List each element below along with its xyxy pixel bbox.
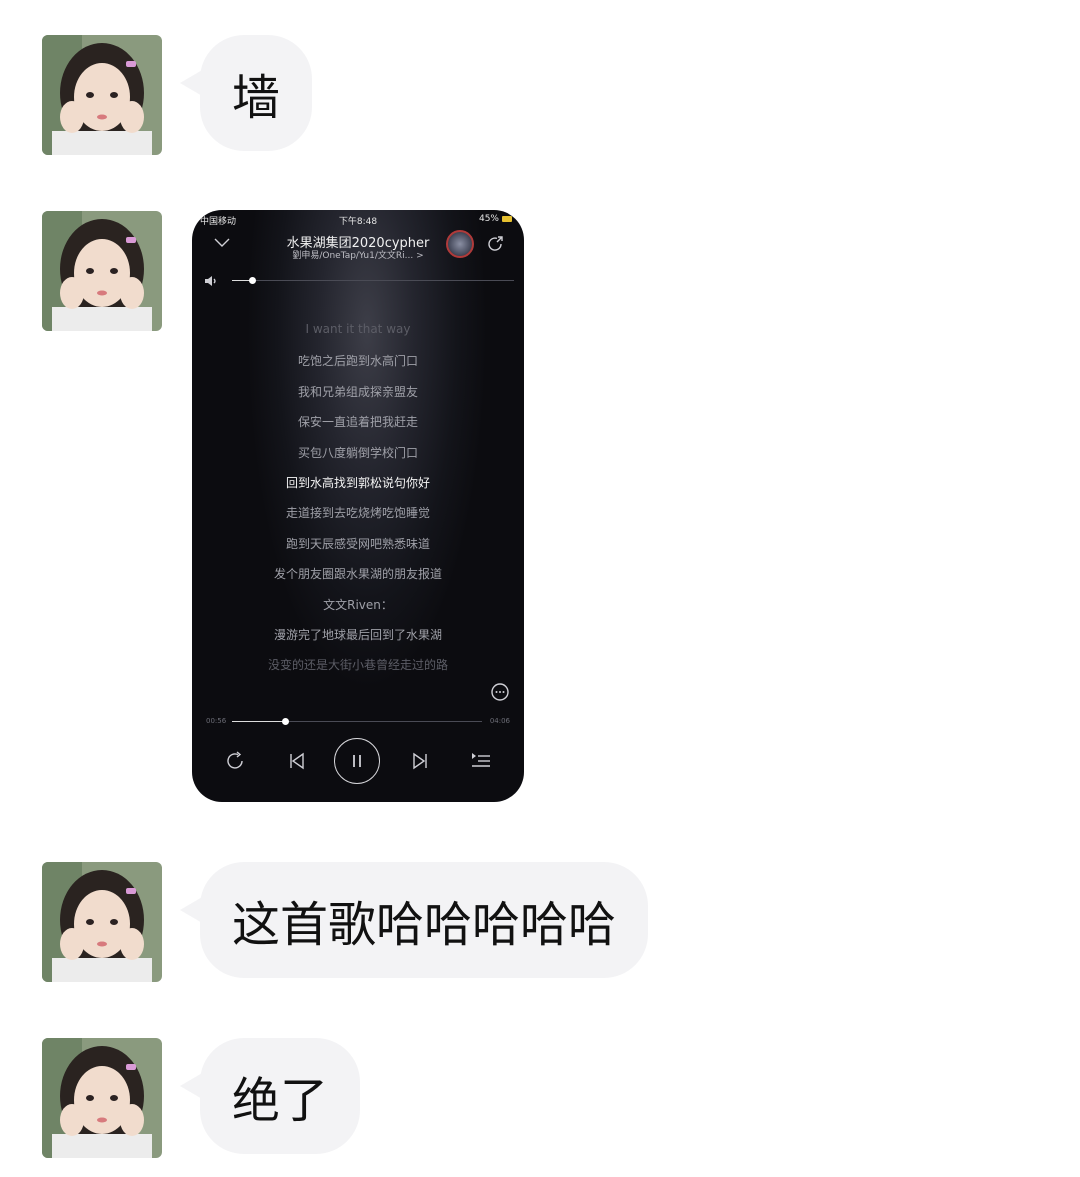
battery-icon [502,215,512,222]
playlist-icon[interactable] [470,751,492,771]
lyric-line: 保安一直追着把我赶走 [297,415,418,430]
bubble-tail [180,1072,204,1100]
message-text: 这首歌哈哈哈哈哈 [232,897,617,953]
album-thumb[interactable] [446,230,474,258]
next-icon[interactable] [410,751,430,771]
lyric-line: 跑到天辰感受网吧熟悉味道 [285,536,430,551]
lyric-line: I want it that way [305,322,411,336]
pause-button[interactable] [334,738,380,784]
lyric-line: 发个朋友圈跟水果湖的朋友报道 [273,567,442,582]
lyric-line: 买包八度躺倒学校门口 [297,445,418,460]
lyric-line: 漫游完了地球最后回到了水果湖 [273,628,442,642]
message-text: 墙 [232,70,281,126]
lyric-line: 吃饱之后跑到水高门口 [297,354,418,369]
battery: 45% [479,214,512,224]
battery-percent: 45% [478,214,499,224]
bubble-tail [180,69,204,97]
music-player-screenshot[interactable]: 中国移动 下午8:48 45% 水果湖集团2020cypher 劉申易/OneT… [192,210,524,802]
progress-knob[interactable] [281,718,289,725]
total-time: 04:06 [489,717,510,725]
lyric-line: 没变的还是大街小巷曾经走过的路 [267,658,448,673]
bubble-tail [180,896,204,924]
progress-fill [232,721,285,722]
volume-slider[interactable] [204,276,514,286]
elapsed-time: 00:56 [206,717,227,725]
share-icon[interactable] [486,235,506,255]
chat-bubble[interactable]: 这首歌哈哈哈哈哈 [180,862,649,978]
chat-bubble[interactable]: 墙 [180,35,313,151]
more-icon[interactable] [490,682,510,702]
message-text: 绝了 [232,1073,329,1129]
chat-bubble[interactable]: 绝了 [180,1038,361,1154]
lyric-line: 回到水高找到郭松说句你好 [285,476,430,490]
lyric-line: 走道接到去吃烧烤吃饱睡觉 [285,506,430,521]
status-time: 下午8:48 [338,217,378,227]
status-bar: 中国移动 下午8:48 45% [192,212,524,227]
volume-knob[interactable] [248,277,256,284]
avatar[interactable] [42,1038,162,1158]
avatar[interactable] [42,862,162,982]
song-artists[interactable]: 劉申易/OneTap/Yu1/文文Ri... > [192,248,524,261]
avatar[interactable] [42,211,162,331]
volume-track [232,280,514,281]
lyric-line: 我和兄弟组成探亲盟友 [297,384,418,399]
volume-icon [205,276,216,286]
lyric-line: 文文Riven： [323,597,393,612]
avatar[interactable] [42,35,162,155]
previous-icon[interactable] [287,751,307,771]
playback-controls [192,738,524,788]
repeat-icon[interactable] [224,750,246,772]
pause-icon [353,755,361,767]
progress-bar[interactable]: 00:56 04:06 [206,716,510,728]
